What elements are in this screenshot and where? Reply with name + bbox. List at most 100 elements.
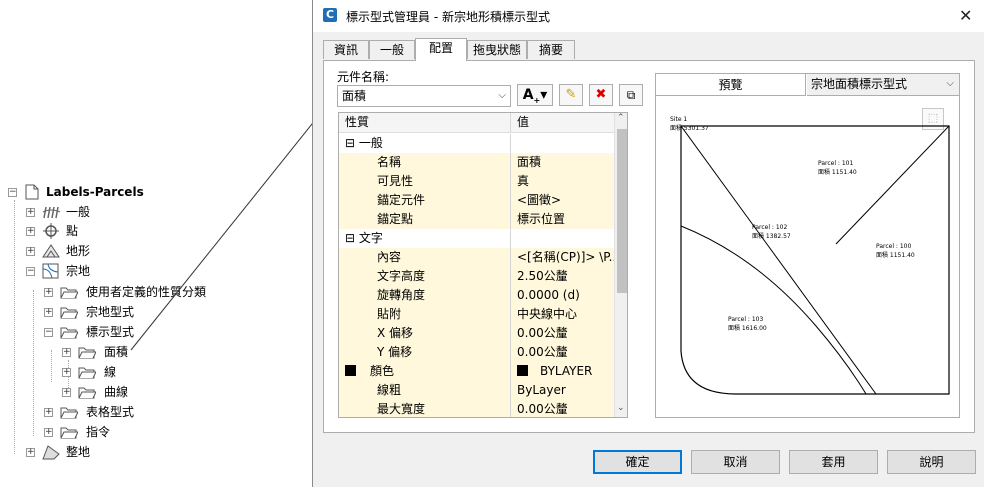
parcel-100-area: 面積 1151.40 — [876, 251, 915, 259]
dialog-title: 標示型式管理員 - 新宗地形積標示型式 — [346, 10, 550, 24]
draw-order-button[interactable]: ⧉ — [619, 84, 643, 106]
apply-button[interactable]: 套用 — [789, 450, 878, 474]
property-name: 錨定元件 — [357, 191, 511, 210]
cancel-button[interactable]: 取消 — [691, 450, 780, 474]
property-name: Y 偏移 — [357, 343, 511, 362]
property-name: 文字高度 — [357, 267, 511, 286]
category-label: ⊟ 文字 — [339, 229, 511, 248]
property-row-attachment[interactable]: 貼附 中央線中心 — [339, 305, 614, 324]
scroll-down-icon[interactable]: ⌄ — [617, 403, 625, 413]
property-name: 錨定點 — [357, 210, 511, 229]
component-name-value: 面積 — [342, 89, 367, 103]
category-text[interactable]: ⊟ 文字 — [339, 229, 614, 248]
parcel-102-label: Parcel : 102 — [752, 224, 787, 231]
tab-general[interactable]: 一般 — [369, 40, 415, 59]
property-name: 內容 — [357, 248, 511, 267]
property-name: 線粗 — [357, 381, 511, 400]
parcel-101-label: Parcel : 101 — [818, 160, 853, 167]
property-grid: 性質 值 ⊟ 一般 名稱 面積 可見性 真 錨定元件 <圖徵> 錨定點 標示位置… — [338, 112, 628, 418]
property-value[interactable]: 中央線中心 — [511, 305, 614, 324]
property-row-visibility[interactable]: 可見性 真 — [339, 172, 614, 191]
civil3d-app-icon: C — [323, 8, 337, 22]
tab-label: 資訊 — [333, 43, 358, 57]
delete-icon: ✖ — [595, 87, 607, 102]
site-label: Site 1 — [670, 116, 687, 123]
property-name: 名稱 — [357, 153, 511, 172]
add-component-button[interactable]: A+▾ — [517, 84, 553, 106]
property-value[interactable]: 標示位置 — [511, 210, 614, 229]
apply-button-label: 套用 — [821, 455, 846, 469]
parcel-curve — [680, 225, 867, 395]
tab-summary[interactable]: 摘要 — [527, 40, 575, 59]
preview-drawing: Site 1 面積 5301.37 Parcel : 101 面積 1151.4… — [670, 116, 950, 395]
tab-dragged-state[interactable]: 拖曳狀態 — [467, 40, 527, 59]
property-row-x-offset[interactable]: X 偏移 0.00公釐 — [339, 324, 614, 343]
property-value[interactable]: 0.00公釐 — [511, 343, 614, 362]
scroll-up-icon[interactable]: ⌃ — [617, 113, 625, 123]
category-general[interactable]: ⊟ 一般 — [339, 134, 614, 153]
property-row-anchor-component[interactable]: 錨定元件 <圖徵> — [339, 191, 614, 210]
property-row-contents[interactable]: 內容 <[名稱(CP)]> \P... — [339, 248, 614, 267]
parcel-103-area: 面積 1616.00 — [728, 324, 767, 332]
preview-style-select[interactable]: 宗地面積標示型式 ⌵ — [807, 74, 959, 96]
property-row-name[interactable]: 名稱 面積 — [339, 153, 614, 172]
property-row-anchor-point[interactable]: 錨定點 標示位置 — [339, 210, 614, 229]
property-row-y-offset[interactable]: Y 偏移 0.00公釐 — [339, 343, 614, 362]
delete-component-button[interactable]: ✖ — [589, 84, 613, 106]
property-value[interactable]: 0.0000 (d) — [511, 286, 614, 305]
category-label: ⊟ 一般 — [339, 134, 511, 153]
tab-layout[interactable]: 配置 — [415, 38, 467, 61]
site-boundary — [680, 125, 950, 395]
cancel-button-label: 取消 — [723, 455, 748, 469]
label-style-dialog: C 標示型式管理員 - 新宗地形積標示型式 ✕ 資訊 一般 配置 拖曳狀態 摘要… — [312, 0, 984, 487]
chevron-down-icon: ⌵ — [498, 90, 506, 101]
ok-button[interactable]: 確定 — [593, 450, 682, 474]
value-column-header[interactable]: 值 — [511, 113, 614, 132]
parcel-line — [835, 125, 950, 245]
ok-button-label: 確定 — [625, 455, 650, 469]
property-value[interactable]: BYLAYER — [511, 362, 614, 381]
chevron-down-icon: ⌵ — [946, 78, 954, 89]
close-icon[interactable]: ✕ — [959, 6, 972, 25]
color-swatch-icon — [517, 365, 528, 376]
component-name-select[interactable]: 面積 ⌵ — [337, 85, 511, 107]
property-value[interactable]: 真 — [511, 172, 614, 191]
property-column-header[interactable]: 性質 — [339, 113, 511, 132]
copy-component-button[interactable]: ✎ — [559, 84, 583, 106]
title-bar: C 標示型式管理員 - 新宗地形積標示型式 ✕ — [313, 0, 984, 32]
property-value[interactable]: 0.00公釐 — [511, 324, 614, 343]
property-grid-scrollbar[interactable]: ⌃ ⌄ — [614, 113, 627, 417]
property-row-max-width[interactable]: 最大寬度 0.00公釐 — [339, 400, 614, 417]
tab-label: 拖曳狀態 — [472, 43, 521, 57]
copy-component-icon: ✎ — [565, 87, 577, 102]
help-button-label: 說明 — [919, 455, 944, 469]
draw-order-icon: ⧉ — [626, 88, 636, 102]
property-value[interactable]: 2.50公釐 — [511, 267, 614, 286]
property-name: 旋轉角度 — [357, 286, 511, 305]
property-name: 顏色 — [339, 362, 511, 381]
property-row-rotation-angle[interactable]: 旋轉角度 0.0000 (d) — [339, 286, 614, 305]
parcel-103-label: Parcel : 103 — [728, 316, 763, 323]
property-value[interactable]: <[名稱(CP)]> \P... — [511, 248, 614, 267]
property-row-color[interactable]: 顏色 BYLAYER — [339, 362, 614, 381]
preview-style-value: 宗地面積標示型式 — [811, 77, 908, 91]
parcel-102-area: 面積 1382.57 — [752, 232, 791, 240]
parcel-101-area: 面積 1151.40 — [818, 168, 857, 176]
help-button[interactable]: 說明 — [887, 450, 976, 474]
property-value[interactable]: 0.00公釐 — [511, 400, 614, 417]
property-name: 貼附 — [357, 305, 511, 324]
component-name-label: 元件名稱: — [337, 70, 390, 84]
preview-label: 預覽 — [656, 74, 806, 96]
tab-info[interactable]: 資訊 — [323, 40, 369, 59]
property-name: X 偏移 — [357, 324, 511, 343]
tab-label: 摘要 — [538, 43, 563, 57]
property-value[interactable]: <圖徵> — [511, 191, 614, 210]
property-name: 可見性 — [357, 172, 511, 191]
tab-label: 配置 — [428, 41, 453, 55]
scrollbar-thumb[interactable] — [617, 129, 627, 293]
property-value[interactable]: ByLayer — [511, 381, 614, 400]
property-row-lineweight[interactable]: 線粗 ByLayer — [339, 381, 614, 400]
property-value[interactable]: 面積 — [511, 153, 614, 172]
property-row-text-height[interactable]: 文字高度 2.50公釐 — [339, 267, 614, 286]
property-name: 最大寬度 — [357, 400, 511, 417]
